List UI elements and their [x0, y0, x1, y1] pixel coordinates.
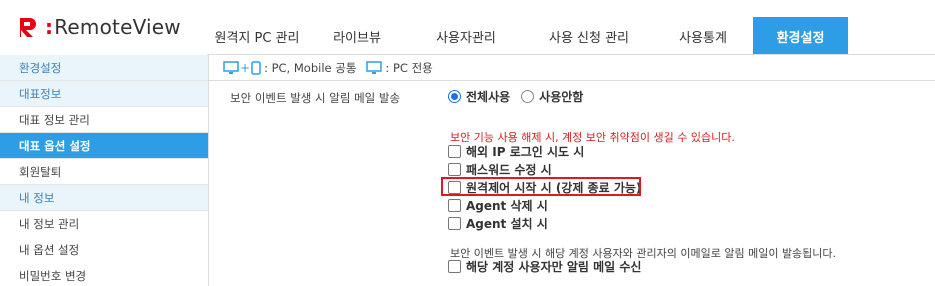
tab-settings[interactable]: 환경설정 — [753, 17, 848, 55]
event-overseas-ip-login[interactable]: 해외 IP 로그인 시도 시 — [448, 142, 641, 160]
tab-user-management[interactable]: 사용자관리 — [407, 17, 525, 55]
sidebar-item-my-options[interactable]: 내 옵션 설정 — [0, 237, 208, 263]
radio-use-all-label[interactable]: 전체사용 — [466, 88, 510, 105]
security-alert-setting-label: 보안 이벤트 발생 시 알림 메일 발송 — [230, 91, 401, 105]
sidebar-section-my-info[interactable]: 내 정보 — [0, 185, 208, 211]
sidebar-item-my-info-manage[interactable]: 내 정보 관리 — [0, 211, 208, 237]
checkbox[interactable] — [448, 216, 461, 230]
event-agent-delete[interactable]: Agent 삭제 시 — [448, 196, 641, 214]
checkbox[interactable] — [448, 198, 461, 212]
event-label: 패스워드 수정 시 — [466, 162, 552, 177]
logo[interactable]: :RemoteView — [17, 14, 181, 40]
user-only-label: 해당 계정 사용자만 알림 메일 수신 — [466, 259, 642, 274]
event-password-change[interactable]: 패스워드 수정 시 — [448, 160, 641, 178]
tab-remote-pc[interactable]: 원격지 PC 관리 — [207, 17, 307, 55]
sidebar-item-change-password[interactable]: 비밀번호 변경 — [0, 263, 208, 286]
tab-usage-request[interactable]: 사용 신청 관리 — [525, 17, 653, 55]
sidebar-item-withdraw[interactable]: 회원탈퇴 — [0, 159, 208, 185]
sidebar: 환경설정 대표정보 대표 정보 관리 대표 옵션 설정 회원탈퇴 내 정보 내 … — [0, 55, 209, 286]
event-label: Agent 삭제 시 — [466, 198, 548, 213]
logo-text: :RemoteView — [45, 15, 181, 39]
tab-liveview[interactable]: 라이브뷰 — [307, 17, 407, 55]
security-alert-radio-group: 전체사용 사용안함 — [448, 88, 594, 105]
sidebar-section-settings[interactable]: 환경설정 — [0, 55, 208, 81]
sidebar-section-rep-info[interactable]: 대표정보 — [0, 81, 208, 107]
tab-usage-stats[interactable]: 사용통계 — [653, 17, 753, 55]
highlight-box — [441, 177, 641, 196]
legend-common-text: : PC, Mobile 공통 — [264, 60, 357, 75]
logo-r-icon — [20, 18, 36, 37]
main-nav: 원격지 PC 관리 라이브뷰 사용자관리 사용 신청 관리 사용통계 환경설정 — [207, 17, 848, 55]
radio-not-use[interactable] — [521, 90, 535, 103]
event-label: 해외 IP 로그인 시도 시 — [466, 144, 585, 159]
pc-only-monitor-icon — [366, 60, 383, 74]
radio-use-all[interactable] — [448, 90, 461, 103]
monitor-icon — [223, 60, 239, 74]
plus-icon: + — [240, 60, 251, 75]
event-agent-install[interactable]: Agent 설치 시 — [448, 214, 641, 232]
user-only-option[interactable]: 해당 계정 사용자만 알림 메일 수신 — [448, 257, 641, 275]
event-label: Agent 설치 시 — [466, 216, 548, 231]
checkbox[interactable] — [448, 162, 461, 176]
legend-pc-only-text: : PC 전용 — [385, 60, 433, 75]
top-header: :RemoteView 원격지 PC 관리 라이브뷰 사용자관리 사용 신청 관… — [0, 0, 935, 55]
checkbox[interactable] — [448, 144, 461, 158]
radio-not-use-label[interactable]: 사용안함 — [539, 88, 583, 105]
sidebar-item-rep-options[interactable]: 대표 옵션 설정 — [0, 133, 208, 159]
checkbox[interactable] — [448, 259, 461, 273]
platform-legend: + : PC, Mobile 공통 : PC 전용 — [209, 55, 935, 81]
sidebar-item-rep-info-manage[interactable]: 대표 정보 관리 — [0, 107, 208, 133]
mobile-icon — [251, 60, 261, 75]
user-only-checkbox-row[interactable]: 해당 계정 사용자만 알림 메일 수신 — [448, 257, 641, 275]
